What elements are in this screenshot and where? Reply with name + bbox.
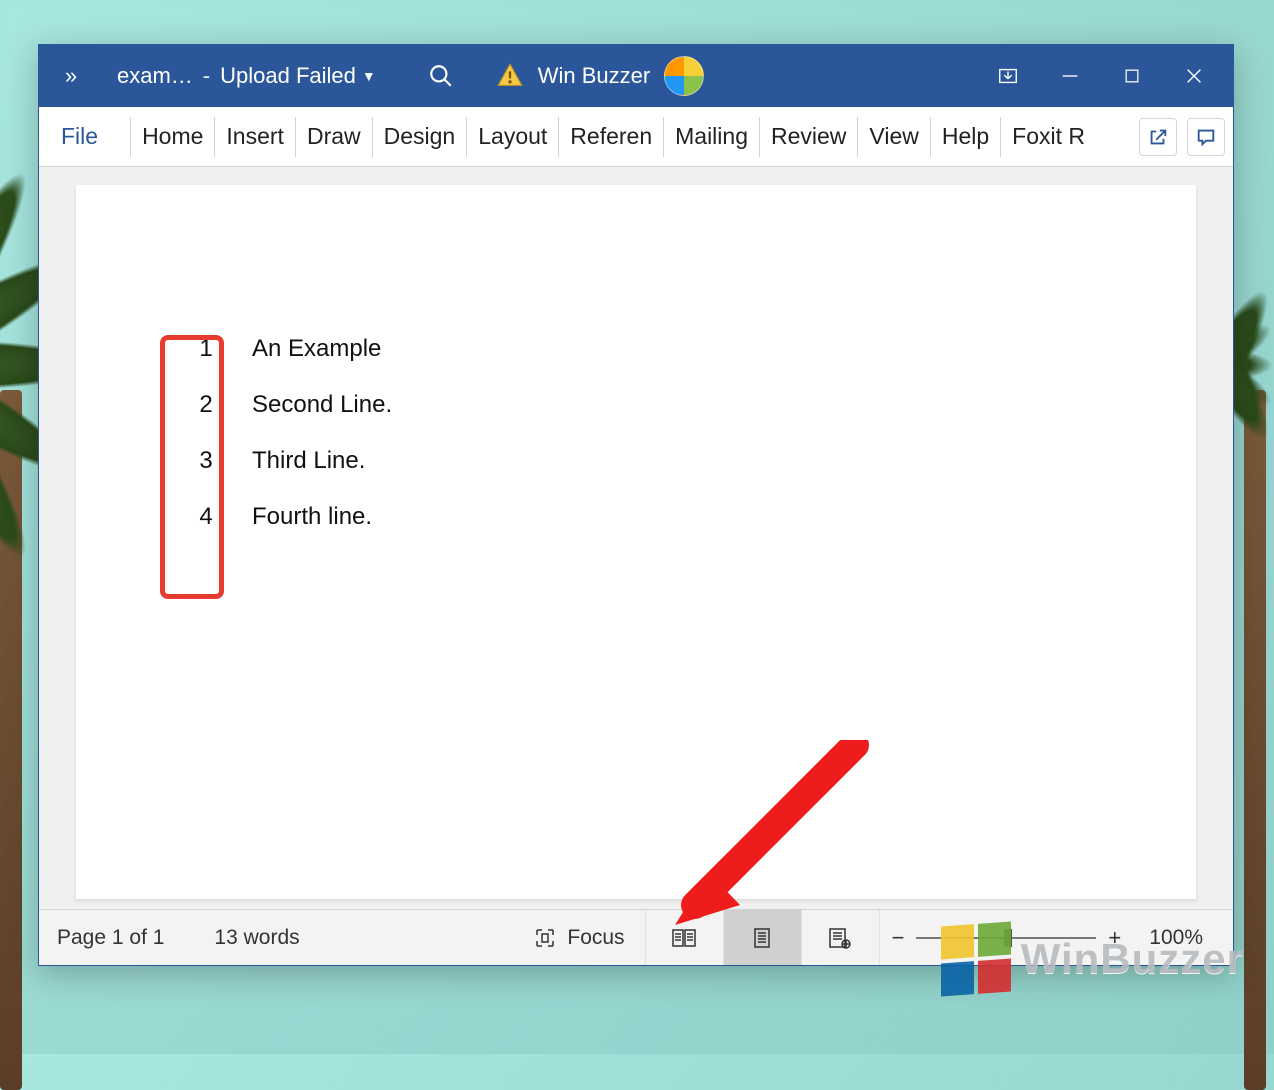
tab-home[interactable]: Home [130,117,214,157]
maximize-button[interactable] [1101,45,1163,107]
document-page[interactable]: 1 An Example 2 Second Line. 3 Third Line… [76,185,1196,899]
document-area[interactable]: 1 An Example 2 Second Line. 3 Third Line… [39,167,1233,909]
document-name: exam… [117,63,193,89]
focus-icon [533,926,557,950]
share-icon [1147,126,1169,148]
share-button[interactable] [1139,118,1177,156]
zoom-controls: − + 100% [879,910,1215,965]
tab-insert[interactable]: Insert [214,117,295,157]
ribbon-tabs: File Home Insert Draw Design Layout Refe… [39,107,1233,167]
tab-references[interactable]: Referen [558,117,663,157]
comments-button[interactable] [1187,118,1225,156]
warning-icon[interactable] [496,62,524,90]
upload-status[interactable]: Upload Failed ▼ [220,63,376,89]
word-count[interactable]: 13 words [214,926,299,950]
titlebar: » exam… - Upload Failed ▼ Win Buzzer [39,45,1233,107]
file-tab[interactable]: File [47,123,112,150]
title-separator: - [203,63,210,89]
ribbon-display-options-button[interactable] [977,45,1039,107]
document-title-area[interactable]: exam… - Upload Failed ▼ [117,63,376,89]
line-text: Third Line. [252,447,365,475]
tab-draw[interactable]: Draw [295,117,372,157]
line-2[interactable]: 2 Second Line. [176,391,1116,419]
word-window: » exam… - Upload Failed ▼ Win Buzzer [38,44,1234,966]
page-info[interactable]: Page 1 of 1 [57,926,164,950]
line-3[interactable]: 3 Third Line. [176,447,1116,475]
line-text: Fourth line. [252,503,372,531]
tab-view[interactable]: View [857,117,929,157]
user-name[interactable]: Win Buzzer [538,63,650,89]
tab-review[interactable]: Review [759,117,857,157]
print-layout-button[interactable] [723,910,801,965]
focus-mode-button[interactable]: Focus [513,910,644,965]
line-text: Second Line. [252,391,392,419]
tab-foxit[interactable]: Foxit R [1000,117,1096,157]
tab-design[interactable]: Design [372,117,467,157]
focus-label: Focus [567,926,624,950]
tab-layout[interactable]: Layout [466,117,558,157]
web-layout-icon [827,926,853,950]
zoom-out-button[interactable]: − [892,925,905,951]
print-layout-icon [750,926,774,950]
chevron-down-icon: ▼ [362,68,376,84]
line-text: An Example [252,335,381,363]
tab-mailings[interactable]: Mailing [663,117,759,157]
zoom-in-button[interactable]: + [1108,925,1121,951]
zoom-slider[interactable] [916,937,1096,939]
zoom-value[interactable]: 100% [1149,926,1203,950]
upload-status-label: Upload Failed [220,63,356,89]
quick-access-more-icon[interactable]: » [47,63,97,89]
document-content: 1 An Example 2 Second Line. 3 Third Line… [176,335,1116,531]
line-1[interactable]: 1 An Example [176,335,1116,363]
minimize-button[interactable] [1039,45,1101,107]
zoom-slider-thumb[interactable] [1004,929,1012,947]
comment-icon [1195,126,1217,148]
statusbar: Page 1 of 1 13 words Focus − + [39,909,1233,965]
read-mode-icon [670,926,698,950]
annotation-highlight-box [160,335,224,599]
web-layout-button[interactable] [801,910,879,965]
line-4[interactable]: 4 Fourth line. [176,503,1116,531]
search-button[interactable] [416,63,466,89]
search-icon [428,63,454,89]
close-button[interactable] [1163,45,1225,107]
read-mode-button[interactable] [645,910,723,965]
tab-help[interactable]: Help [930,117,1000,157]
user-avatar[interactable] [664,56,704,96]
